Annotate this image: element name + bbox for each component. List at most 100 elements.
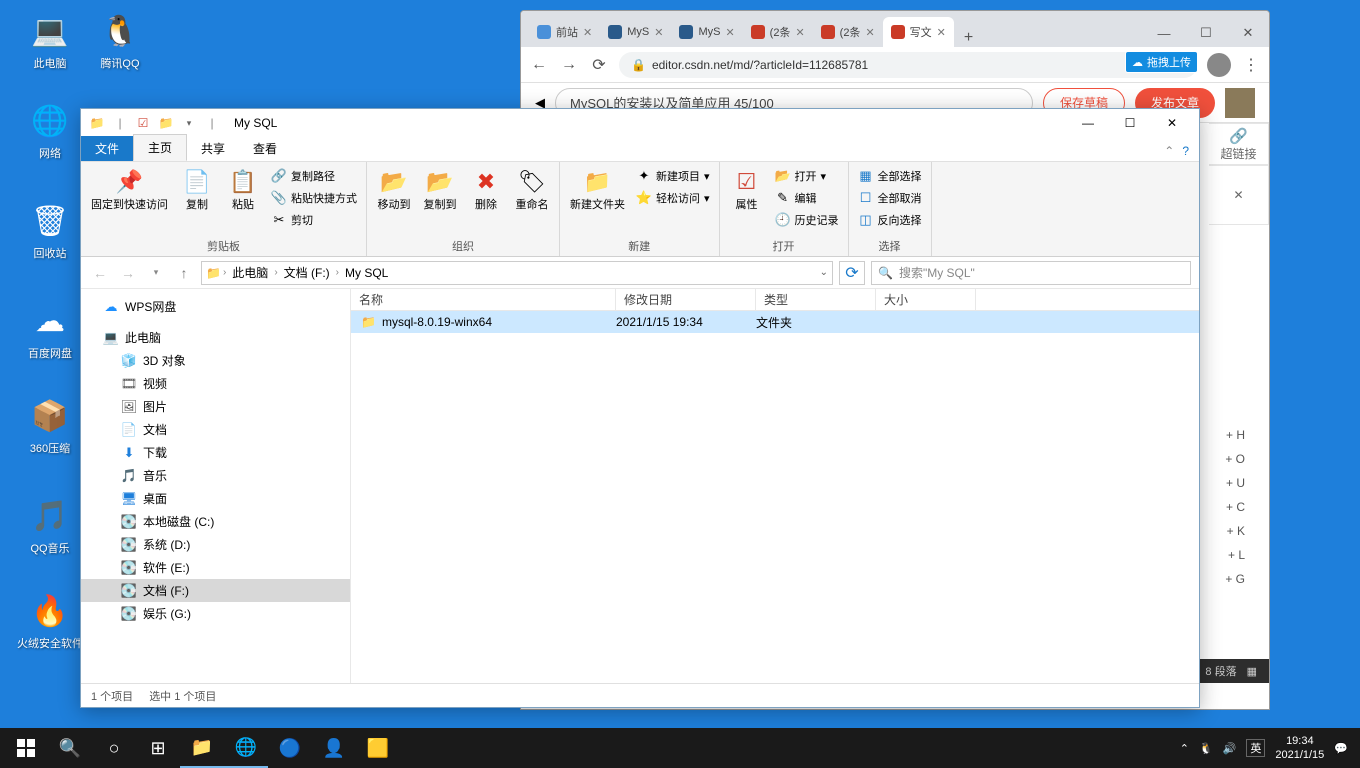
paste-button[interactable]: 📋粘贴 bbox=[222, 165, 264, 214]
desktop-icon-3[interactable]: 🗑回收站 bbox=[15, 200, 85, 261]
close-button[interactable]: ✕ bbox=[1151, 111, 1193, 135]
maximize-button[interactable]: ☐ bbox=[1109, 111, 1151, 135]
desktop-icon-6[interactable]: 🎵QQ音乐 bbox=[15, 495, 85, 556]
qat-dropdown-icon[interactable]: ▾ bbox=[179, 113, 199, 133]
qat-properties-icon[interactable]: ☑ bbox=[133, 113, 153, 133]
cloud-upload-button[interactable]: ☁拖拽上传 bbox=[1125, 51, 1198, 73]
notification-icon[interactable]: 💬 bbox=[1334, 742, 1348, 755]
tab-close-icon[interactable]: ✕ bbox=[654, 26, 663, 39]
invert-button[interactable]: ◫反向选择 bbox=[855, 209, 925, 231]
selectnone-button[interactable]: ☐全部取消 bbox=[855, 187, 925, 209]
edit-button[interactable]: ✎编辑 bbox=[772, 187, 842, 209]
taskview-icon[interactable]: ⊞ bbox=[136, 728, 180, 768]
crumb-folder[interactable]: My SQL bbox=[341, 266, 392, 280]
nav-tree[interactable]: ☁WPS网盘💻此电脑🧊3D 对象🎞视频🖼图片📄文档⬇下载🎵音乐🖥桌面💽本地磁盘 … bbox=[81, 289, 351, 683]
cortana-icon[interactable]: ○ bbox=[92, 728, 136, 768]
forward-icon[interactable]: → bbox=[559, 56, 579, 74]
cut-button[interactable]: ✂剪切 bbox=[268, 209, 360, 231]
browser-tab[interactable]: MyS✕ bbox=[671, 17, 742, 47]
tree-item[interactable]: ☁WPS网盘 bbox=[81, 295, 350, 318]
search-input[interactable]: 🔍 搜索"My SQL" bbox=[871, 261, 1191, 285]
minimize-button[interactable]: — bbox=[1067, 111, 1109, 135]
crumb-drive[interactable]: 文档 (F:) bbox=[280, 264, 334, 281]
menu-icon[interactable]: ⋮ bbox=[1241, 55, 1261, 75]
tab-close-icon[interactable]: ✕ bbox=[725, 26, 734, 39]
tray-up-icon[interactable]: ⌃ bbox=[1180, 742, 1189, 755]
help-icon[interactable]: ? bbox=[1182, 144, 1189, 158]
moveto-button[interactable]: 📂移动到 bbox=[373, 165, 415, 214]
delete-button[interactable]: ✖删除 bbox=[465, 165, 507, 214]
tree-item[interactable]: 💽系统 (D:) bbox=[81, 533, 350, 556]
browser-tab[interactable]: (2条✕ bbox=[813, 17, 883, 47]
refresh-button[interactable]: ⟳ bbox=[839, 261, 865, 285]
easyaccess-button[interactable]: ⭐轻松访问 ▾ bbox=[633, 187, 713, 209]
browser-tab[interactable]: 前站✕ bbox=[529, 17, 600, 47]
maximize-icon[interactable]: ☐ bbox=[1185, 19, 1227, 47]
desktop-icon-2[interactable]: 🌐网络 bbox=[15, 100, 85, 161]
explorer-task[interactable]: 📁 bbox=[180, 728, 224, 768]
chrome-task[interactable]: 🌐 bbox=[224, 728, 268, 768]
app-task[interactable]: 👤 bbox=[312, 728, 356, 768]
desktop-icon-4[interactable]: ☁百度网盘 bbox=[15, 300, 85, 361]
newitem-button[interactable]: ✦新建项目 ▾ bbox=[633, 165, 713, 187]
edge-task[interactable]: 🔵 bbox=[268, 728, 312, 768]
newfolder-button[interactable]: 📁新建文件夹 bbox=[566, 165, 629, 214]
tree-item[interactable]: 💽文档 (F:) bbox=[81, 579, 350, 602]
desktop-icon-0[interactable]: 💻此电脑 bbox=[15, 10, 85, 71]
clock[interactable]: 19:34 2021/1/15 bbox=[1275, 734, 1324, 762]
tree-item[interactable]: 🎵音乐 bbox=[81, 464, 350, 487]
desktop-icon-5[interactable]: 📦360压缩 bbox=[15, 395, 85, 456]
pin-button[interactable]: 📌固定到快速访问 bbox=[87, 165, 172, 214]
tree-item[interactable]: 🖥桌面 bbox=[81, 487, 350, 510]
search-icon[interactable]: 🔍 bbox=[48, 728, 92, 768]
desktop-icon-7[interactable]: 🔥火绒安全软件 bbox=[15, 590, 85, 651]
nav-forward-icon[interactable]: → bbox=[117, 265, 139, 281]
ime-icon[interactable]: 英 bbox=[1246, 739, 1265, 757]
selectall-button[interactable]: ▦全部选择 bbox=[855, 165, 925, 187]
tab-share[interactable]: 共享 bbox=[187, 136, 239, 161]
nav-up-icon[interactable]: ↑ bbox=[173, 265, 195, 281]
open-button[interactable]: 📂打开 ▾ bbox=[772, 165, 842, 187]
back-icon[interactable]: ← bbox=[529, 56, 549, 74]
tab-close-icon[interactable]: ✕ bbox=[795, 26, 804, 39]
column-headers[interactable]: 名称 修改日期 类型 大小 bbox=[351, 289, 1199, 311]
copy-button[interactable]: 📄复制 bbox=[176, 165, 218, 214]
pasteshortcut-button[interactable]: 📎粘贴快捷方式 bbox=[268, 187, 360, 209]
tab-view[interactable]: 查看 bbox=[239, 136, 291, 161]
history-button[interactable]: 🕘历史记录 bbox=[772, 209, 842, 231]
new-tab-button[interactable]: + bbox=[954, 29, 983, 47]
tree-item[interactable]: 💽软件 (E:) bbox=[81, 556, 350, 579]
chevron-down-icon[interactable]: ⌄ bbox=[820, 267, 828, 278]
volume-icon[interactable]: 🔊 bbox=[1223, 742, 1237, 755]
tab-file[interactable]: 文件 bbox=[81, 136, 133, 161]
copypath-button[interactable]: 🔗复制路径 bbox=[268, 165, 360, 187]
close-panel-icon[interactable]: ✕ bbox=[1209, 165, 1269, 225]
breadcrumb[interactable]: 📁 › 此电脑› 文档 (F:)› My SQL ⌄ bbox=[201, 261, 833, 285]
tab-home[interactable]: 主页 bbox=[133, 134, 187, 161]
desktop-icon-1[interactable]: 🐧腾讯QQ bbox=[85, 10, 155, 71]
start-button[interactable] bbox=[4, 728, 48, 768]
user-avatar[interactable] bbox=[1225, 88, 1255, 118]
link-icon[interactable]: 🔗超链接 bbox=[1209, 123, 1269, 165]
qq-tray-icon[interactable]: 🐧 bbox=[1199, 742, 1213, 755]
nav-history-icon[interactable]: ▾ bbox=[145, 267, 167, 278]
browser-tab[interactable]: 写文✕ bbox=[883, 17, 954, 47]
tree-item[interactable]: 💻此电脑 bbox=[81, 326, 350, 349]
minimize-icon[interactable]: — bbox=[1143, 19, 1185, 47]
collapse-ribbon-icon[interactable]: ⌃ bbox=[1164, 144, 1174, 158]
tab-close-icon[interactable]: ✕ bbox=[583, 26, 592, 39]
view-icon[interactable]: ▦ bbox=[1247, 665, 1257, 678]
tree-item[interactable]: 💽本地磁盘 (C:) bbox=[81, 510, 350, 533]
address-bar[interactable]: 🔒 editor.csdn.net/md/?articleId=11268578… bbox=[619, 52, 1197, 78]
close-icon[interactable]: ✕ bbox=[1227, 19, 1269, 47]
tab-close-icon[interactable]: ✕ bbox=[865, 26, 874, 39]
file-row[interactable]: 📁mysql-8.0.19-winx642021/1/15 19:34文件夹 bbox=[351, 311, 1199, 333]
browser-tab[interactable]: (2条✕ bbox=[743, 17, 813, 47]
browser-tab[interactable]: MyS✕ bbox=[600, 17, 671, 47]
tree-item[interactable]: 🖼图片 bbox=[81, 395, 350, 418]
qat-newfolder-icon[interactable]: 📁 bbox=[156, 113, 176, 133]
rename-button[interactable]: 🏷重命名 bbox=[511, 165, 553, 214]
nav-back-icon[interactable]: ← bbox=[89, 265, 111, 281]
profile-avatar[interactable] bbox=[1207, 53, 1231, 77]
app-task-2[interactable]: 🟨 bbox=[356, 728, 400, 768]
